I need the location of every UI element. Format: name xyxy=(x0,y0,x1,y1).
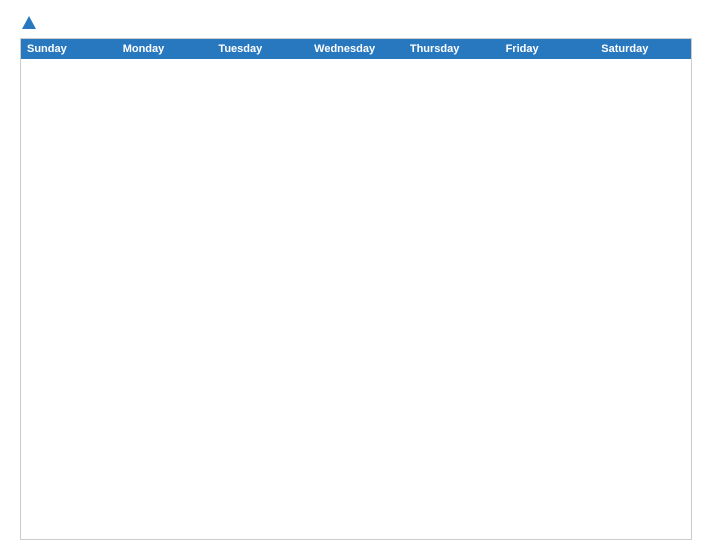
logo-triangle-icon xyxy=(22,16,36,29)
calendar-page: SundayMondayTuesdayWednesdayThursdayFrid… xyxy=(0,0,712,550)
header xyxy=(20,16,692,30)
day-header-saturday: Saturday xyxy=(595,39,691,59)
logo xyxy=(20,16,36,30)
day-header-wednesday: Wednesday xyxy=(308,39,404,59)
day-header-thursday: Thursday xyxy=(404,39,500,59)
day-header-monday: Monday xyxy=(117,39,213,59)
calendar-grid: SundayMondayTuesdayWednesdayThursdayFrid… xyxy=(20,38,692,540)
day-header-sunday: Sunday xyxy=(21,39,117,59)
weeks-container xyxy=(21,59,691,539)
days-header: SundayMondayTuesdayWednesdayThursdayFrid… xyxy=(21,39,691,59)
day-header-tuesday: Tuesday xyxy=(212,39,308,59)
day-header-friday: Friday xyxy=(500,39,596,59)
logo-line-top xyxy=(20,16,36,30)
